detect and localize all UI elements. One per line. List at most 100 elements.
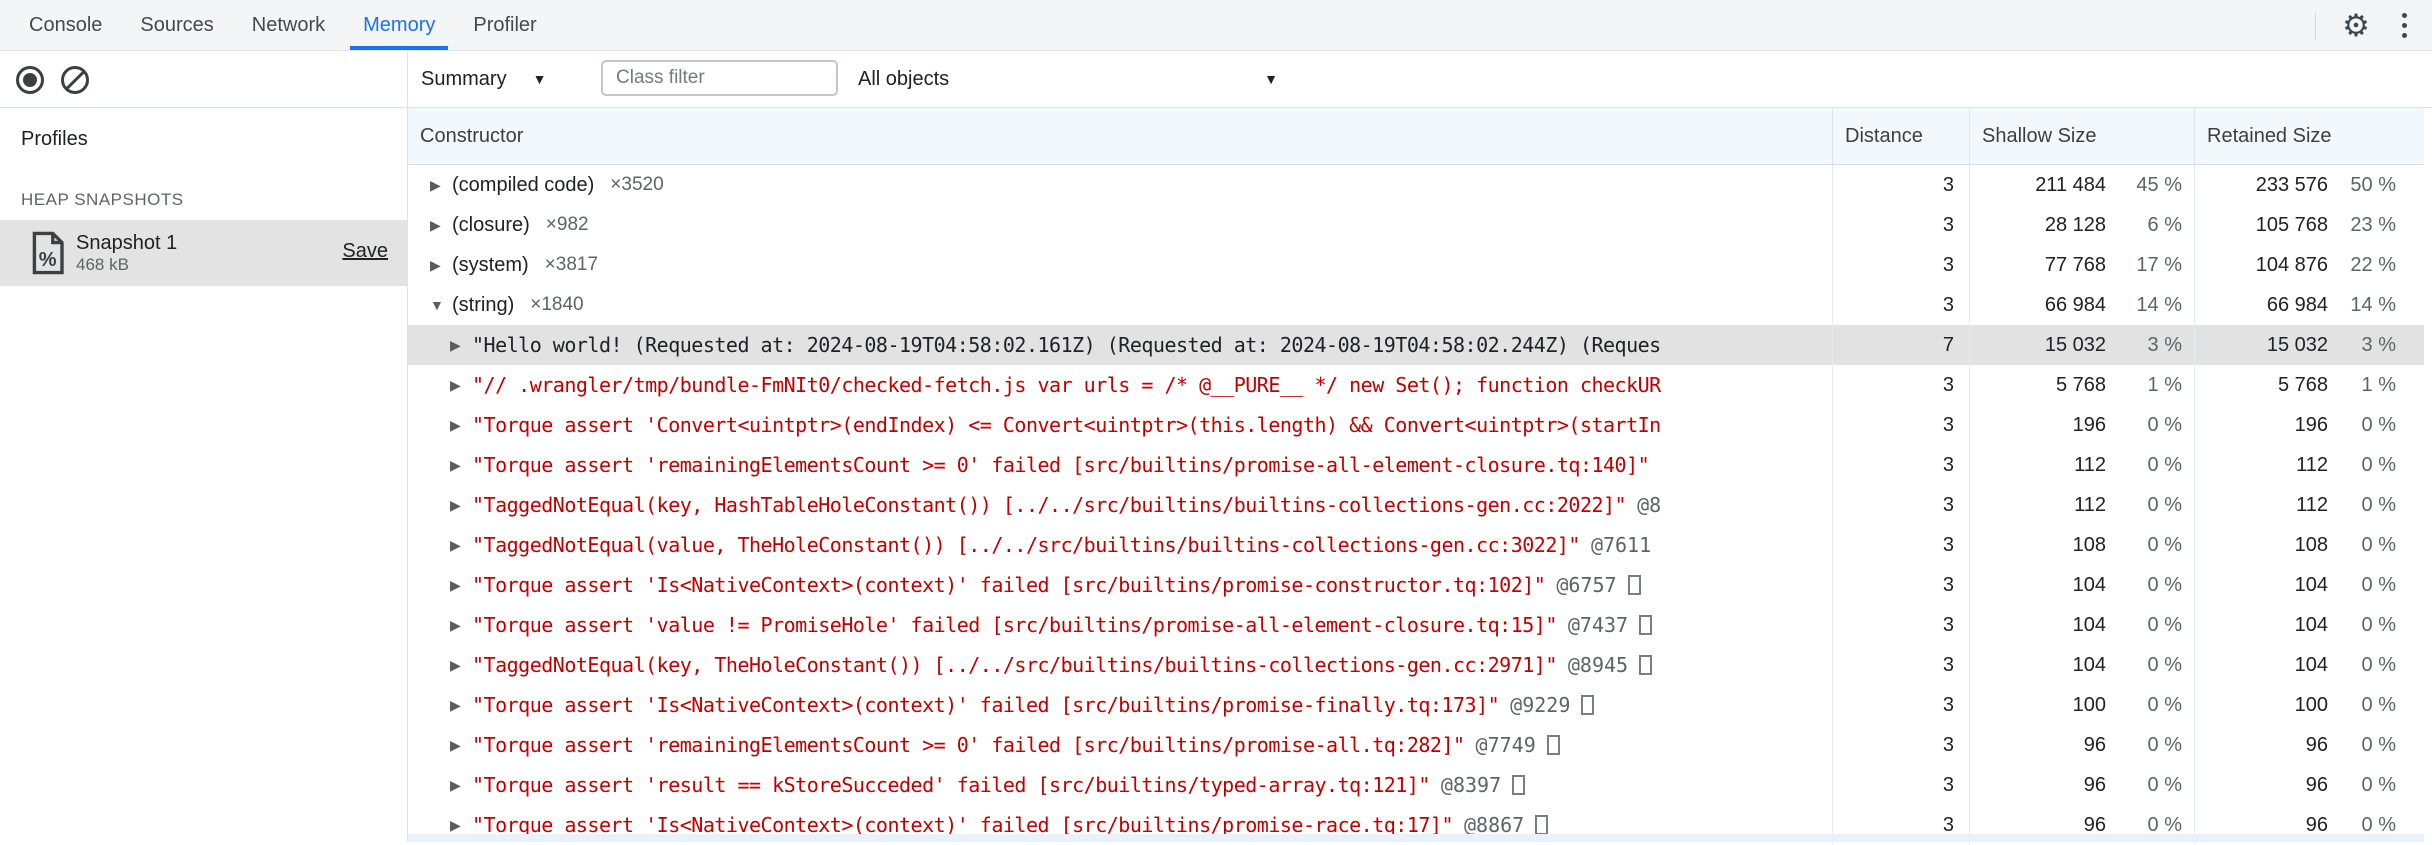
- record-heap-snapshot-icon[interactable]: [16, 66, 44, 94]
- table-row[interactable]: ▶ (closure) ×982 3 28 128 6 % 105 768 23 %: [408, 205, 2424, 245]
- tab-console[interactable]: Console: [10, 0, 121, 50]
- class-filter-input[interactable]: [601, 60, 838, 96]
- table-row[interactable]: ▶ "// .wrangler/tmp/bundle-FmNIt0/checked…: [408, 365, 2424, 405]
- string-value: "Torque assert 'Is<NativeContext>(contex…: [472, 693, 1500, 717]
- string-value: "Torque assert 'result == kStoreSucceded…: [472, 773, 1430, 797]
- distance-cell: 3: [1832, 165, 1969, 205]
- box-icon: [1639, 655, 1653, 675]
- retained-size-cell: 96 0 %: [2194, 765, 2424, 805]
- expand-triangle-icon[interactable]: ▶: [450, 457, 472, 474]
- shallow-size-percent: 0 %: [2147, 693, 2182, 716]
- settings-gear-icon[interactable]: ⚙: [2330, 0, 2382, 51]
- shallow-size-value: 211 484: [2035, 173, 2106, 196]
- expand-triangle-icon[interactable]: ▶: [430, 177, 452, 194]
- retained-size-percent: 0 %: [2361, 733, 2396, 756]
- tab-memory[interactable]: Memory: [344, 0, 454, 50]
- shallow-size-value: 104: [2072, 613, 2106, 636]
- distance-value: 3: [1942, 573, 1954, 596]
- instance-count: ×982: [545, 214, 589, 235]
- constructor-cell: ▼ (string) ×1840: [408, 285, 1832, 325]
- table-row[interactable]: ▶ (system) ×3817 3 77 768 17 % 104 876 22 %: [408, 245, 2424, 285]
- retained-size-percent: 1 %: [2361, 373, 2396, 396]
- grid-header: Constructor Distance Shallow Size Retain…: [408, 108, 2424, 165]
- shallow-size-cell: 96 0 %: [1969, 725, 2194, 765]
- constructor-cell: ▶ "Torque assert 'remainingElementsCount …: [408, 725, 1832, 765]
- expand-triangle-icon[interactable]: ▶: [450, 617, 472, 634]
- object-scope-select[interactable]: All objects ▼: [858, 51, 1278, 107]
- distance-cell: 3: [1832, 605, 1969, 645]
- clear-profiles-icon[interactable]: [61, 66, 89, 94]
- expand-triangle-icon[interactable]: ▶: [450, 537, 472, 554]
- expand-triangle-icon[interactable]: ▶: [450, 497, 472, 514]
- shallow-size-percent: 0 %: [2147, 733, 2182, 756]
- table-row[interactable]: ▶ "Hello world! (Requested at: 2024-08-19…: [408, 325, 2424, 365]
- expand-triangle-icon[interactable]: ▶: [450, 377, 472, 394]
- table-row[interactable]: ▶ (compiled code) ×3520 3 211 484 45 % 233 576…: [408, 165, 2424, 205]
- distance-value: 7: [1942, 333, 1954, 356]
- save-snapshot-link[interactable]: Save: [342, 240, 388, 263]
- distance-value: 3: [1942, 533, 1954, 556]
- shallow-size-value: 100: [2072, 693, 2106, 716]
- expand-triangle-icon[interactable]: ▶: [450, 577, 472, 594]
- perspective-select[interactable]: Summary ▼: [421, 51, 546, 107]
- table-row[interactable]: ▶ "Torque assert 'Is<NativeContext>(conte…: [408, 685, 2424, 725]
- retained-size-value: 96: [2305, 773, 2328, 796]
- expand-triangle-icon[interactable]: ▶: [430, 257, 452, 274]
- table-row[interactable]: ▶ "Torque assert 'remainingElementsCount …: [408, 445, 2424, 485]
- heap-snapshots-section-title: HEAP SNAPSHOTS: [21, 190, 184, 209]
- expand-triangle-icon[interactable]: ▶: [450, 657, 472, 674]
- expand-triangle-icon[interactable]: ▶: [450, 817, 472, 834]
- shallow-size-cell: 108 0 %: [1969, 525, 2194, 565]
- tab-sources[interactable]: Sources: [121, 0, 232, 50]
- retained-size-cell: 66 984 14 %: [2194, 285, 2424, 325]
- sidebar-item-snapshot-1[interactable]: % Snapshot 1 468 kB Save: [0, 220, 407, 286]
- shallow-size-percent: 6 %: [2147, 213, 2182, 236]
- retained-size-value: 5 768: [2277, 373, 2328, 396]
- object-id: @9229: [1510, 693, 1571, 717]
- table-row[interactable]: ▶ "TaggedNotEqual(value, TheHoleConstant(…: [408, 525, 2424, 565]
- perspective-select-label: Summary: [421, 67, 507, 90]
- expand-triangle-icon[interactable]: ▶: [450, 777, 472, 794]
- retained-size-cell: 233 576 50 %: [2194, 165, 2424, 205]
- expand-triangle-icon[interactable]: ▶: [450, 417, 472, 434]
- column-header-shallow-size[interactable]: Shallow Size: [1969, 108, 2194, 164]
- retained-size-value: 100: [2294, 693, 2328, 716]
- table-row[interactable]: ▶ "TaggedNotEqual(key, TheHoleConstant())…: [408, 645, 2424, 685]
- column-header-retained-size[interactable]: Retained Size: [2194, 108, 2424, 164]
- retained-size-cell: 112 0 %: [2194, 445, 2424, 485]
- table-row[interactable]: ▶ "Torque assert 'Convert<uintptr>(endInd…: [408, 405, 2424, 445]
- retained-size-value: 112: [2296, 453, 2328, 476]
- column-header-distance[interactable]: Distance: [1832, 108, 1969, 164]
- more-options-kebab-icon[interactable]: [2382, 0, 2426, 51]
- expand-triangle-icon[interactable]: ▶: [450, 337, 472, 354]
- horizontal-scrollbar[interactable]: [408, 834, 2424, 842]
- table-row[interactable]: ▶ "Torque assert 'Is<NativeContext>(conte…: [408, 565, 2424, 605]
- devtools-memory-panel: Console Sources Network Memory Profiler ⚙ Su…: [0, 0, 2432, 845]
- distance-cell: 3: [1832, 245, 1969, 285]
- table-row[interactable]: ▶ "TaggedNotEqual(key, HashTableHoleConst…: [408, 485, 2424, 525]
- constructor-cell: ▶ "Torque assert 'remainingElementsCount …: [408, 445, 1832, 485]
- expand-triangle-icon[interactable]: ▶: [430, 217, 452, 234]
- table-row[interactable]: ▶ "Torque assert 'remainingElementsCount …: [408, 725, 2424, 765]
- retained-size-value: 104 876: [2255, 253, 2328, 276]
- table-row[interactable]: ▶ "Torque assert 'value != PromiseHole' f…: [408, 605, 2424, 645]
- shallow-size-value: 112: [2074, 453, 2106, 476]
- profiles-title: Profiles: [21, 128, 88, 150]
- collapse-triangle-icon[interactable]: ▼: [430, 297, 452, 313]
- retained-size-percent: 0 %: [2361, 493, 2396, 516]
- shallow-size-percent: 1 %: [2147, 373, 2182, 396]
- heap-snapshot-grid: Constructor Distance Shallow Size Retain…: [408, 108, 2424, 845]
- table-row[interactable]: ▼ (string) ×1840 3 66 984 14 % 66 984 14 %: [408, 285, 2424, 325]
- expand-triangle-icon[interactable]: ▶: [450, 697, 472, 714]
- box-icon: [1639, 615, 1653, 635]
- tab-network[interactable]: Network: [233, 0, 344, 50]
- retained-size-cell: 105 768 23 %: [2194, 205, 2424, 245]
- expand-triangle-icon[interactable]: ▶: [450, 737, 472, 754]
- tab-profiler[interactable]: Profiler: [454, 0, 555, 50]
- string-value: "TaggedNotEqual(value, TheHoleConstant()…: [472, 533, 1580, 557]
- column-header-constructor[interactable]: Constructor: [408, 108, 1832, 164]
- retained-size-value: 108: [2294, 533, 2328, 556]
- table-row[interactable]: ▶ "Torque assert 'result == kStoreSuccede…: [408, 765, 2424, 805]
- constructor-cell: ▶ (system) ×3817: [408, 245, 1832, 285]
- distance-value: 3: [1942, 173, 1954, 196]
